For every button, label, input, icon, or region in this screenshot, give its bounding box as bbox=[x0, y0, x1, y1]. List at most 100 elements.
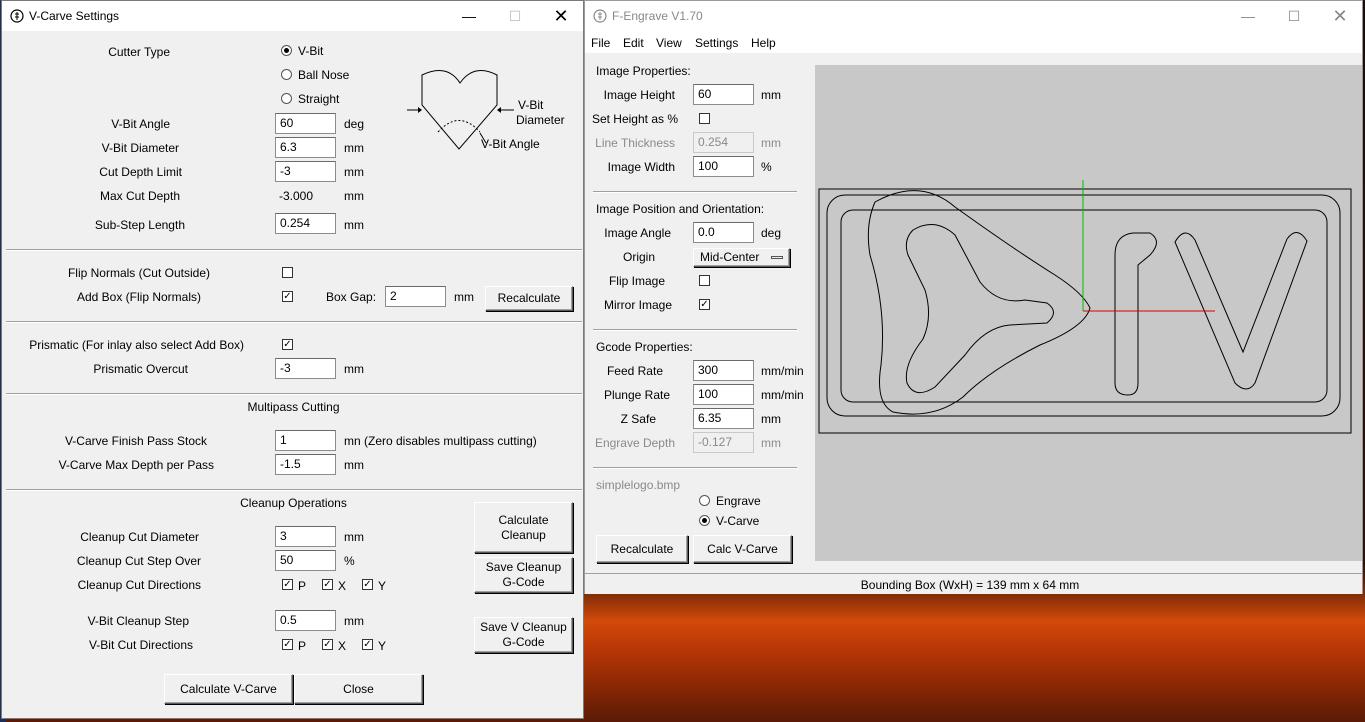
z-safe-input[interactable]: 6.35 bbox=[693, 408, 754, 429]
calc-vcarve-button[interactable]: Calc V-Carve bbox=[693, 535, 792, 563]
prismatic-overcut-input[interactable]: -3 bbox=[275, 358, 336, 379]
calculate-cleanup-button[interactable]: Calculate Cleanup bbox=[474, 502, 573, 553]
separator bbox=[6, 489, 582, 491]
set-height-pct-checkbox[interactable] bbox=[699, 113, 710, 124]
preview-canvas[interactable] bbox=[815, 65, 1362, 561]
cutter-straight-radio[interactable] bbox=[281, 93, 292, 104]
cleanup-stepover-unit: % bbox=[344, 554, 355, 568]
menu-edit[interactable]: Edit bbox=[623, 36, 644, 50]
vbit-dir-p-checkbox[interactable]: ✓ bbox=[282, 639, 293, 650]
vbit-diameter-label: V-Bit Diameter bbox=[101, 141, 179, 155]
close-icon[interactable]: ✕ bbox=[1317, 1, 1363, 31]
image-height-input[interactable]: 60 bbox=[693, 84, 754, 105]
cleanup-dir-x-checkbox[interactable]: ✓ bbox=[322, 579, 333, 590]
cleanup-dir-x-label: X bbox=[338, 579, 347, 593]
recalculate-button[interactable]: Recalculate bbox=[596, 535, 688, 563]
minimize-icon[interactable]: — bbox=[446, 1, 492, 31]
menu-file[interactable]: File bbox=[591, 36, 610, 50]
vbit-angle-input[interactable]: 60 bbox=[275, 113, 336, 134]
prismatic-checkbox[interactable]: ✓ bbox=[282, 339, 293, 350]
feather-icon bbox=[10, 9, 24, 23]
vbit-diameter-input[interactable]: 6.3 bbox=[275, 137, 336, 158]
image-width-input[interactable]: 100 bbox=[693, 156, 754, 177]
finish-stock-input[interactable]: 1 bbox=[275, 430, 336, 451]
vbit-diameter-unit: mm bbox=[344, 141, 364, 155]
menu-help[interactable]: Help bbox=[751, 36, 776, 50]
vbit-dir-y-label: Y bbox=[378, 639, 387, 653]
save-cleanup-gcode-button[interactable]: Save Cleanup G-Code bbox=[474, 557, 573, 593]
fengrave-titlebar[interactable]: F-Engrave V1.70 — ☐ ✕ bbox=[585, 1, 1362, 31]
finish-stock-label: V-Carve Finish Pass Stock bbox=[64, 434, 207, 448]
line-thickness-input[interactable]: 0.254 bbox=[693, 132, 754, 153]
maximize-icon[interactable]: ☐ bbox=[492, 1, 538, 31]
box-gap-label: Box Gap: bbox=[326, 290, 377, 304]
diagram-diameter-label: Diameter bbox=[516, 113, 565, 127]
close-button[interactable]: Close bbox=[294, 674, 423, 704]
vbit-dir-y-checkbox[interactable]: ✓ bbox=[362, 639, 373, 650]
toolpath-preview bbox=[818, 180, 1352, 434]
vbit-cleanup-step-unit: mm bbox=[344, 614, 364, 628]
minimize-icon[interactable]: — bbox=[1225, 1, 1271, 31]
mode-vcarve-label: V-Carve bbox=[716, 514, 760, 528]
engrave-depth-label: Engrave Depth bbox=[594, 436, 675, 450]
cutter-vbit-radio[interactable] bbox=[281, 45, 292, 56]
origin-dropdown[interactable]: Mid-Center bbox=[693, 248, 790, 267]
calculate-vcarve-button[interactable]: Calculate V-Carve bbox=[164, 674, 293, 704]
max-cut-depth-value: -3.000 bbox=[279, 189, 314, 203]
box-gap-input[interactable]: 2 bbox=[385, 286, 446, 307]
separator bbox=[6, 393, 582, 395]
multipass-heading: Multipass Cutting bbox=[247, 400, 340, 414]
cutter-ballnose-radio[interactable] bbox=[281, 69, 292, 80]
separator bbox=[593, 329, 797, 331]
window-title: F-Engrave V1.70 bbox=[612, 9, 703, 23]
separator bbox=[593, 467, 797, 469]
origin-label: Origin bbox=[622, 250, 655, 264]
image-width-label: Image Width bbox=[607, 160, 675, 174]
close-icon[interactable]: ✕ bbox=[538, 1, 584, 31]
diagram-vbit-label: V-Bit bbox=[518, 98, 544, 112]
cutter-vbit-label: V-Bit bbox=[298, 44, 324, 58]
vcarve-settings-window: V-Carve Settings — ☐ ✕ Cutter Type V-Bit… bbox=[1, 0, 584, 719]
plunge-rate-input[interactable]: 100 bbox=[693, 384, 754, 405]
add-box-checkbox[interactable]: ✓ bbox=[282, 291, 293, 302]
cleanup-diameter-input[interactable]: 3 bbox=[275, 526, 336, 547]
max-depth-pass-unit: mm bbox=[344, 458, 364, 472]
max-depth-pass-input[interactable]: -1.5 bbox=[275, 454, 336, 475]
flip-image-checkbox[interactable] bbox=[699, 275, 710, 286]
window-title: V-Carve Settings bbox=[29, 9, 120, 23]
fengrave-window: F-Engrave V1.70 — ☐ ✕ File Edit View Set… bbox=[584, 0, 1363, 594]
cleanup-stepover-input[interactable]: 50 bbox=[275, 550, 336, 571]
maximize-icon[interactable]: ☐ bbox=[1271, 1, 1317, 31]
mode-engrave-radio[interactable] bbox=[699, 495, 710, 506]
cutter-type-label: Cutter Type bbox=[108, 45, 170, 59]
menu-settings[interactable]: Settings bbox=[695, 36, 738, 50]
image-angle-input[interactable]: 0.0 bbox=[693, 222, 754, 243]
cut-depth-limit-input[interactable]: -3 bbox=[275, 161, 336, 182]
mode-vcarve-radio[interactable] bbox=[699, 515, 710, 526]
cleanup-stepover-label: Cleanup Cut Step Over bbox=[76, 554, 201, 568]
filename-label: simplelogo.bmp bbox=[596, 478, 681, 492]
vbit-cleanup-step-input[interactable]: 0.5 bbox=[275, 610, 336, 631]
cleanup-dir-y-checkbox[interactable]: ✓ bbox=[362, 579, 373, 590]
flip-normals-checkbox[interactable] bbox=[282, 267, 293, 278]
save-v-cleanup-gcode-button[interactable]: Save V Cleanup G-Code bbox=[474, 617, 573, 653]
feed-rate-input[interactable]: 300 bbox=[693, 360, 754, 381]
dropdown-bar-icon bbox=[771, 256, 783, 259]
cleanup-diameter-unit: mm bbox=[344, 530, 364, 544]
separator bbox=[6, 321, 582, 323]
menu-view[interactable]: View bbox=[656, 36, 682, 50]
engrave-depth-unit: mm bbox=[761, 436, 781, 450]
z-safe-label: Z Safe bbox=[620, 412, 656, 426]
image-width-unit: % bbox=[761, 160, 772, 174]
mirror-image-checkbox[interactable]: ✓ bbox=[699, 299, 710, 310]
box-gap-unit: mm bbox=[454, 290, 474, 304]
cleanup-dir-p-checkbox[interactable]: ✓ bbox=[282, 579, 293, 590]
sub-step-input[interactable]: 0.254 bbox=[275, 213, 336, 234]
finish-stock-unit: mn (Zero disables multipass cutting) bbox=[344, 434, 537, 448]
vbit-dir-x-checkbox[interactable]: ✓ bbox=[322, 639, 333, 650]
vcarve-titlebar[interactable]: V-Carve Settings — ☐ ✕ bbox=[2, 1, 583, 31]
line-thickness-unit: mm bbox=[761, 136, 781, 150]
engrave-depth-input[interactable]: -0.127 bbox=[693, 432, 754, 453]
recalculate-button[interactable]: Recalculate bbox=[485, 286, 573, 311]
cleanup-diameter-label: Cleanup Cut Diameter bbox=[80, 530, 199, 544]
